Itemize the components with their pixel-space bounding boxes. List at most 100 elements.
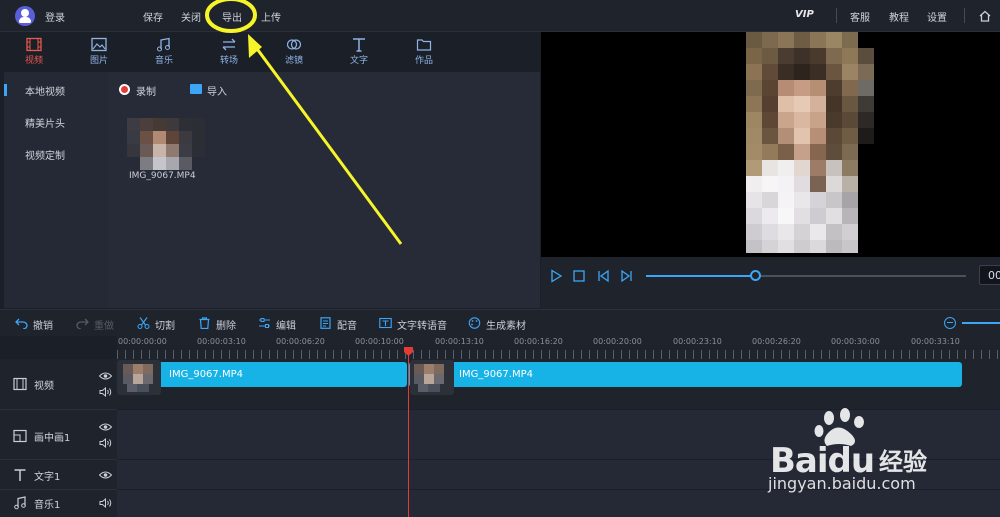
import-icon[interactable]	[190, 84, 202, 94]
nav-item-intros[interactable]: 精美片头	[25, 115, 65, 130]
trash-icon	[199, 317, 210, 329]
eye-icon[interactable]	[99, 422, 112, 432]
previous-frame-icon[interactable]	[596, 269, 610, 283]
track-name: 画中画1	[34, 433, 71, 444]
volume-icon[interactable]	[99, 438, 112, 448]
eye-icon[interactable]	[99, 371, 112, 381]
eye-icon[interactable]	[99, 470, 112, 480]
tab-text[interactable]: 文字	[339, 32, 379, 71]
zoom-slider[interactable]	[962, 322, 1000, 324]
zoom-out-icon[interactable]	[944, 317, 956, 329]
volume-icon[interactable]	[99, 387, 112, 397]
category-tabs: 视频 图片 音乐 转场 滤镜 文字 作品	[0, 32, 541, 71]
menu-upload[interactable]: 上传	[261, 9, 281, 24]
next-frame-icon[interactable]	[620, 269, 634, 283]
left-nav: 本地视频 精美片头 视频定制	[4, 72, 108, 308]
ruler-label: 00:00:00:00	[118, 337, 167, 346]
tab-music[interactable]: 音乐	[144, 32, 184, 71]
clip-name: IMG_9067.MP4	[459, 369, 533, 380]
import-button[interactable]: 导入	[207, 83, 227, 98]
tab-label: 作品	[414, 56, 433, 66]
film-icon	[26, 37, 42, 52]
ruler-label: 00:00:33:10	[911, 337, 960, 346]
ruler-label: 00:00:30:00	[831, 337, 880, 346]
music-icon	[157, 37, 170, 52]
image-icon	[91, 37, 107, 52]
picture-in-picture-icon	[13, 429, 27, 443]
play-icon[interactable]	[549, 269, 563, 283]
ruler-label: 00:00:03:10	[197, 337, 246, 346]
menu-export[interactable]: 导出	[222, 9, 242, 24]
text-to-speech-icon	[379, 317, 392, 329]
top-bar: 登录 保存 关闭 导出 上传 VIP 客服 教程 设置	[0, 0, 1000, 32]
tab-label: 滤镜	[284, 56, 303, 66]
player-controls: 00	[541, 257, 1000, 309]
tab-image[interactable]: 图片	[79, 32, 119, 71]
home-icon[interactable]	[978, 9, 992, 23]
tab-label: 文字	[349, 56, 368, 66]
tool-label: 编辑	[276, 321, 296, 332]
clip-thumbnail	[410, 360, 454, 395]
track-name: 视频	[34, 381, 54, 392]
playback-progress-slider[interactable]	[646, 270, 966, 281]
track-header-text: 文字1	[0, 460, 117, 490]
ruler-label: 00:00:10:00	[355, 337, 404, 346]
divider	[836, 8, 837, 23]
tab-works[interactable]: 作品	[404, 32, 444, 71]
folder-icon	[416, 39, 432, 51]
stop-icon[interactable]	[572, 269, 586, 283]
settings-link[interactable]: 设置	[927, 9, 947, 24]
vip-button[interactable]: VIP	[795, 9, 814, 20]
text-icon	[353, 38, 365, 52]
tab-label: 图片	[89, 56, 108, 66]
divider	[964, 8, 965, 23]
video-preview	[541, 32, 1000, 257]
user-avatar-icon[interactable]	[15, 6, 35, 26]
menu-close[interactable]: 关闭	[181, 9, 201, 24]
ruler-label: 00:00:23:10	[673, 337, 722, 346]
record-button[interactable]: 录制	[136, 83, 156, 98]
track-name: 音乐1	[34, 500, 61, 511]
filter-icon	[286, 39, 302, 50]
text-icon	[14, 469, 26, 481]
tool-label: 撤销	[33, 321, 53, 332]
ruler-label: 00:00:13:10	[435, 337, 484, 346]
edit-toolbar: 撤销 重做 切割 删除 编辑 配音 文字转语音 生成素材	[0, 309, 1000, 336]
ruler-label: 00:00:26:20	[752, 337, 801, 346]
ruler-ticks	[117, 350, 1000, 359]
menu-save[interactable]: 保存	[143, 9, 163, 24]
tutorial-link[interactable]: 教程	[889, 9, 909, 24]
redo-icon	[76, 318, 89, 329]
ruler-label: 00:00:06:20	[276, 337, 325, 346]
support-link[interactable]: 客服	[850, 9, 870, 24]
media-panel: 录制 导入 IMG_9067.MP4	[108, 72, 540, 308]
tab-filter[interactable]: 滤镜	[274, 32, 314, 71]
media-item-name: IMG_9067.MP4	[129, 171, 196, 181]
progress-handle[interactable]	[749, 270, 761, 281]
record-icon[interactable]	[119, 84, 130, 95]
nav-item-video-custom[interactable]: 视频定制	[25, 147, 65, 162]
tab-video[interactable]: 视频	[14, 32, 54, 71]
tool-label: 生成素材	[486, 321, 526, 332]
track-header-pip: 画中画1	[0, 410, 117, 460]
clip-name: IMG_9067.MP4	[169, 369, 243, 380]
track-lane-music[interactable]	[117, 490, 1000, 517]
volume-icon[interactable]	[99, 498, 112, 508]
music-icon	[14, 496, 26, 510]
nav-item-local-video[interactable]: 本地视频	[25, 83, 65, 98]
media-thumbnail[interactable]	[119, 118, 208, 172]
track-header-music: 音乐1	[0, 490, 117, 517]
tab-label: 视频	[24, 56, 43, 66]
sliders-icon	[259, 318, 270, 328]
tab-transition[interactable]: 转场	[209, 32, 249, 71]
undo-icon	[15, 318, 28, 329]
swap-icon	[222, 38, 236, 51]
login-button[interactable]: 登录	[45, 9, 65, 24]
playhead-line	[408, 350, 409, 517]
tool-label: 删除	[216, 321, 236, 332]
palette-icon	[468, 317, 481, 329]
tool-label: 文字转语音	[397, 321, 447, 332]
timeline-ruler[interactable]: 00:00:00:00 00:00:03:10 00:00:06:20 00:0…	[117, 336, 1000, 359]
nav-active-indicator	[4, 84, 7, 96]
tab-label: 音乐	[154, 56, 173, 66]
